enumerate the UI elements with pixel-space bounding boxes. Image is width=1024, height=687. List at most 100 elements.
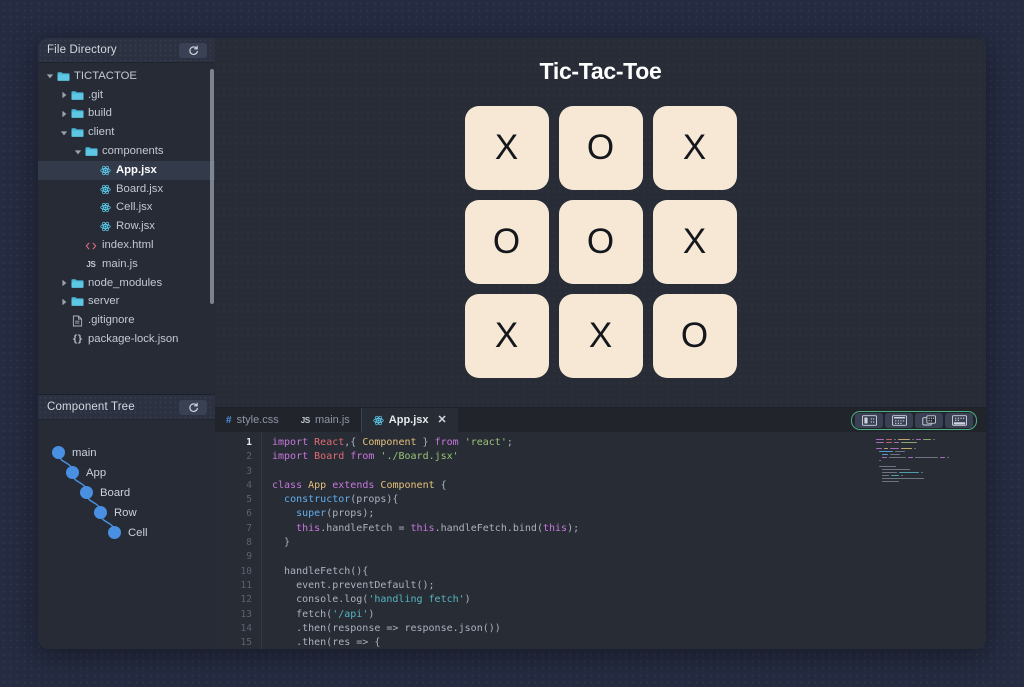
file-tree-item-components[interactable]: components xyxy=(38,142,215,161)
code-token: 'handling fetch' xyxy=(368,594,464,605)
chevron-down-icon[interactable] xyxy=(44,72,55,80)
folder-icon xyxy=(69,278,85,289)
twisty-placeholder xyxy=(86,166,97,174)
code-line: fetch('/api') xyxy=(272,608,986,622)
file-tree-item-node-modules[interactable]: node_modules xyxy=(38,274,215,293)
code-token: import xyxy=(272,451,308,462)
component-tree-node-row[interactable]: Row xyxy=(94,506,137,519)
line-number: 7 xyxy=(215,522,261,536)
code-line: .then(res => { xyxy=(272,636,986,649)
tic-tac-toe-board: XOXOOXXXO xyxy=(465,106,737,378)
component-tree-node-cell[interactable]: Cell xyxy=(108,526,147,539)
code-token: constructor xyxy=(284,494,350,505)
file-tree-item-app-jsx[interactable]: App.jsx xyxy=(38,161,215,180)
split-left-pane-icon[interactable] xyxy=(855,413,883,428)
code-token: class xyxy=(272,480,302,491)
component-tree-node-main[interactable]: main xyxy=(52,446,97,459)
editor-tab-app-jsx[interactable]: App.jsx✕ xyxy=(361,408,458,432)
js-icon: JS xyxy=(301,416,310,425)
code-line: console.log('handling fetch') xyxy=(272,593,986,607)
board-cell-1[interactable]: O xyxy=(559,106,643,190)
code-token: fetch( xyxy=(272,609,332,620)
file-tree-item-row-jsx[interactable]: Row.jsx xyxy=(38,217,215,236)
component-tree-node-label: App xyxy=(86,467,106,479)
app-window: File Directory TICTACTOE.gitbuildclientc… xyxy=(38,38,986,649)
component-tree-edges xyxy=(38,420,215,580)
board-cell-0[interactable]: X xyxy=(465,106,549,190)
chevron-right-icon[interactable] xyxy=(58,110,69,118)
board-cell-3[interactable]: O xyxy=(465,200,549,284)
bottom-pane-icon[interactable] xyxy=(945,413,973,428)
refresh-icon[interactable] xyxy=(179,400,207,415)
code-token: .handleFetch = xyxy=(320,523,410,534)
file-tree-item-gitignore[interactable]: .gitignore xyxy=(38,311,215,330)
refresh-icon[interactable] xyxy=(179,43,207,58)
board-cell-2[interactable]: X xyxy=(653,106,737,190)
code-line: .then(response => response.json()) xyxy=(272,622,986,636)
code-token: } xyxy=(417,437,435,448)
chevron-right-icon[interactable] xyxy=(58,91,69,99)
component-tree-panel: Component Tree mainAppBoardRowCell xyxy=(38,394,215,649)
editor-tab-main-js[interactable]: JSmain.js xyxy=(290,408,361,432)
code-token: ) xyxy=(465,594,471,605)
file-tree-item-board-jsx[interactable]: Board.jsx xyxy=(38,180,215,199)
component-tree-node-label: Board xyxy=(100,487,130,499)
code-token: super xyxy=(296,508,326,519)
react-icon xyxy=(97,221,113,232)
code-line: import React,{ Component } from 'react'; xyxy=(272,436,986,450)
file-tree-item-git[interactable]: .git xyxy=(38,86,215,105)
file-tree-item-tictactoe[interactable]: TICTACTOE xyxy=(38,67,215,86)
board-cell-4[interactable]: O xyxy=(559,200,643,284)
line-number: 14 xyxy=(215,622,261,636)
file-tree-item-label: .git xyxy=(88,90,103,101)
board-cell-6[interactable]: X xyxy=(465,294,549,378)
file-tree-item-package-lock-json[interactable]: {}package-lock.json xyxy=(38,330,215,349)
file-tree-item-cell-jsx[interactable]: Cell.jsx xyxy=(38,199,215,218)
line-number: 5 xyxy=(215,493,261,507)
file-tree-item-build[interactable]: build xyxy=(38,105,215,124)
line-number: 11 xyxy=(215,579,261,593)
board-cell-7[interactable]: X xyxy=(559,294,643,378)
board-cell-5[interactable]: X xyxy=(653,200,737,284)
component-tree-node-app[interactable]: App xyxy=(66,466,106,479)
file-tree-scrollbar[interactable] xyxy=(210,69,214,304)
code-token: .handleFetch.bind( xyxy=(435,523,543,534)
code-line: class App extends Component { xyxy=(272,479,986,493)
code-line: handleFetch(){ xyxy=(272,565,986,579)
file-tree-item-client[interactable]: client xyxy=(38,123,215,142)
editor-tab-style-css[interactable]: #style.css xyxy=(215,408,290,432)
chevron-right-icon[interactable] xyxy=(58,279,69,287)
code-token: (props); xyxy=(326,508,374,519)
board-cell-8[interactable]: O xyxy=(653,294,737,378)
file-tree-item-main-js[interactable]: JSmain.js xyxy=(38,255,215,274)
code-area[interactable]: 123456789101112131415 import React,{ Com… xyxy=(215,432,986,649)
js-icon: JS xyxy=(83,260,99,269)
file-tree-item-label: .gitignore xyxy=(88,315,134,326)
line-number: 6 xyxy=(215,507,261,521)
single-pane-icon[interactable] xyxy=(885,413,913,428)
code-token xyxy=(272,508,296,519)
component-tree-node-label: Row xyxy=(114,507,137,519)
chevron-down-icon[interactable] xyxy=(72,148,83,156)
code-line: } xyxy=(272,536,986,550)
chevron-right-icon[interactable] xyxy=(58,298,69,306)
code-token: event.preventDefault(); xyxy=(272,580,435,591)
twisty-placeholder xyxy=(58,336,69,344)
component-tree-node-label: main xyxy=(72,447,97,459)
file-tree-item-index-html[interactable]: index.html xyxy=(38,236,215,255)
component-tree-node-board[interactable]: Board xyxy=(80,486,130,499)
code-line: event.preventDefault(); xyxy=(272,579,986,593)
twisty-placeholder xyxy=(86,204,97,212)
copy-pane-icon[interactable] xyxy=(915,413,943,428)
component-tree-node-label: Cell xyxy=(128,527,147,539)
chevron-down-icon[interactable] xyxy=(58,129,69,137)
code-text[interactable]: import React,{ Component } from 'react';… xyxy=(261,432,986,649)
close-icon[interactable]: ✕ xyxy=(438,414,447,426)
code-token: .then(res => { xyxy=(272,637,380,648)
code-token: from xyxy=(350,451,374,462)
file-tree-item-server[interactable]: server xyxy=(38,293,215,312)
main-content: Tic-Tac-Toe XOXOOXXXO #style.cssJSmain.j… xyxy=(215,38,986,649)
code-token: console.log( xyxy=(272,594,368,605)
code-token: Component xyxy=(380,480,434,491)
component-node-dot-icon xyxy=(66,466,79,479)
